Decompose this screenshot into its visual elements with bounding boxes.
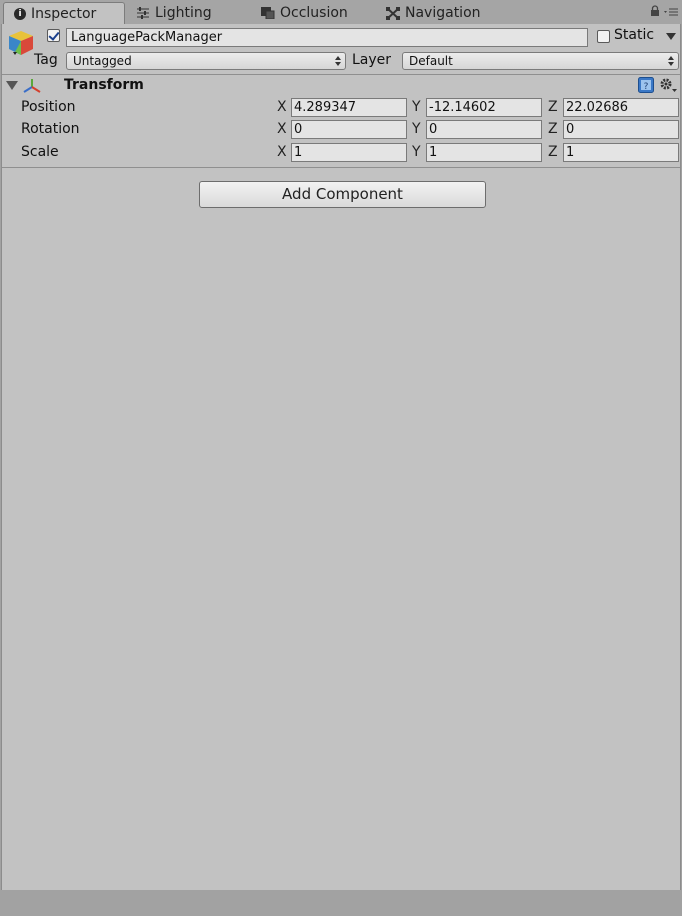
dropdown-arrows-icon xyxy=(335,56,341,66)
add-component-button[interactable]: Add Component xyxy=(199,181,486,208)
transform-icon xyxy=(23,79,41,93)
navigation-icon xyxy=(386,6,400,20)
menu-icon[interactable] xyxy=(664,6,678,16)
position-x-label: X xyxy=(277,99,287,115)
tab-label: Navigation xyxy=(405,5,481,21)
tab-occlusion[interactable]: Occlusion xyxy=(261,2,348,24)
scale-y-field[interactable]: 1 xyxy=(426,143,542,162)
gear-icon[interactable] xyxy=(659,77,677,93)
transform-component: Transform ? Position X 4.289347 Y -12.14… xyxy=(2,75,680,168)
tab-tools xyxy=(650,5,678,17)
lighting-icon xyxy=(137,7,149,19)
tab-label: Inspector xyxy=(31,5,97,22)
rotation-x-label: X xyxy=(277,121,287,137)
svg-text:?: ? xyxy=(644,82,649,92)
scale-y-label: Y xyxy=(412,144,421,160)
scale-x-field[interactable]: 1 xyxy=(291,143,407,162)
info-icon: i xyxy=(14,7,26,20)
scale-label: Scale xyxy=(21,144,59,160)
position-z-field[interactable]: 22.02686 xyxy=(563,98,679,117)
tab-label: Lighting xyxy=(155,5,212,21)
gameobject-header: LanguagePackManager Static Tag Untagged … xyxy=(2,24,680,75)
help-icon[interactable]: ? xyxy=(638,77,654,93)
tag-label: Tag xyxy=(34,52,58,68)
position-y-label: Y xyxy=(412,99,421,115)
component-title: Transform xyxy=(64,77,144,93)
static-label: Static xyxy=(614,27,655,43)
scale-z-field[interactable]: 1 xyxy=(563,143,679,162)
layer-dropdown[interactable]: Default xyxy=(402,52,679,70)
tag-dropdown[interactable]: Untagged xyxy=(66,52,346,70)
tab-navigation[interactable]: Navigation xyxy=(386,2,481,24)
lock-icon[interactable] xyxy=(650,5,660,17)
rotation-label: Rotation xyxy=(21,121,80,137)
position-z-label: Z xyxy=(548,99,558,115)
rotation-z-field[interactable]: 0 xyxy=(563,120,679,139)
rotation-x-field[interactable]: 0 xyxy=(291,120,407,139)
rotation-y-label: Y xyxy=(412,121,421,137)
rotation-y-field[interactable]: 0 xyxy=(426,120,542,139)
static-checkbox[interactable] xyxy=(597,30,610,43)
gameobject-name-input[interactable]: LanguagePackManager xyxy=(66,28,588,47)
tag-value: Untagged xyxy=(73,54,132,68)
dropdown-arrows-icon xyxy=(668,56,674,66)
foldout-arrow-icon[interactable] xyxy=(6,81,18,90)
static-dropdown-icon[interactable] xyxy=(666,33,676,40)
tab-bar: i Inspector Lighting Occlusion Navigatio… xyxy=(0,0,682,24)
rotation-z-label: Z xyxy=(548,121,558,137)
gameobject-cube-icon xyxy=(9,31,33,55)
layer-value: Default xyxy=(409,54,453,68)
scale-z-label: Z xyxy=(548,144,558,160)
tab-label: Occlusion xyxy=(280,5,348,21)
tab-lighting[interactable]: Lighting xyxy=(136,2,212,24)
inspector-panel: LanguagePackManager Static Tag Untagged … xyxy=(1,24,681,890)
tab-inspector[interactable]: i Inspector xyxy=(3,2,125,24)
scale-x-label: X xyxy=(277,144,287,160)
position-x-field[interactable]: 4.289347 xyxy=(291,98,407,117)
active-checkbox[interactable] xyxy=(47,29,60,42)
occlusion-icon xyxy=(261,7,275,19)
position-y-field[interactable]: -12.14602 xyxy=(426,98,542,117)
position-label: Position xyxy=(21,99,76,115)
layer-label: Layer xyxy=(352,52,392,68)
